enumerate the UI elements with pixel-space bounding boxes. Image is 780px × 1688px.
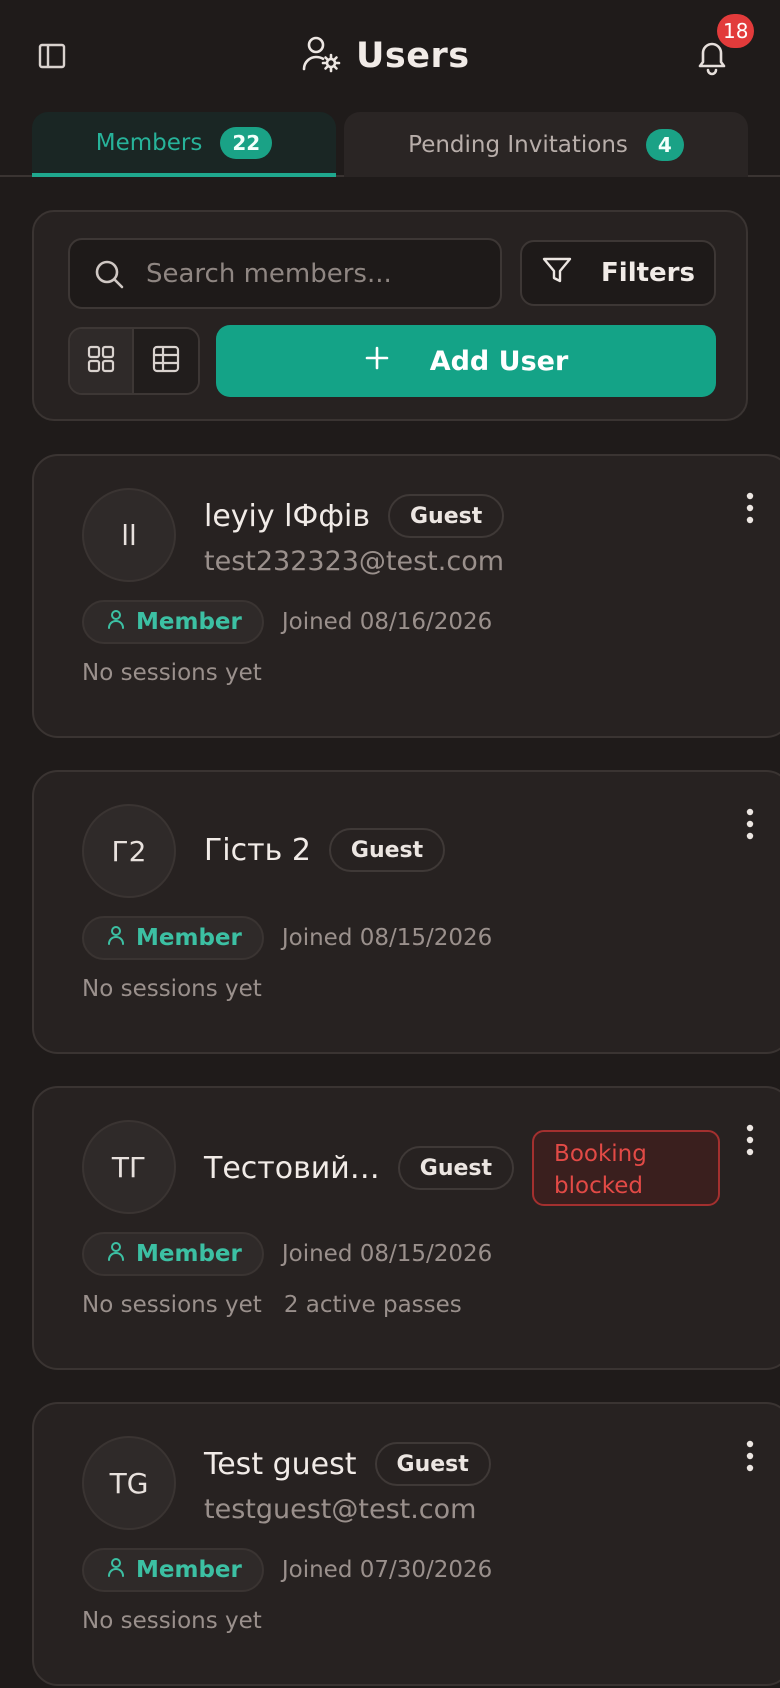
member-name-row: Гість 2 Guest [204, 828, 446, 872]
avatar: TG [82, 1436, 176, 1530]
tab-pending-count: 4 [645, 128, 684, 161]
page-title-group: Users [300, 32, 470, 80]
add-user-button[interactable]: Add User [216, 325, 716, 397]
view-toggle [68, 327, 200, 395]
table-view-button[interactable] [134, 329, 198, 393]
joined-date: Joined 08/15/2026 [281, 1241, 493, 1267]
role-badge: Member [82, 1232, 264, 1276]
member-name: Test guest [204, 1446, 357, 1482]
member-card[interactable]: Г2 Гість 2 Guest Member Joined 08/15/202… [32, 770, 780, 1054]
role-label: Member [136, 1241, 242, 1267]
member-name: Тестовий… [204, 1150, 380, 1186]
search-input[interactable] [146, 258, 486, 289]
member-name-row: Test guest Guest [204, 1442, 491, 1486]
guest-badge: Guest [397, 1146, 515, 1190]
more-options-icon[interactable] [740, 490, 760, 526]
member-name-row: Тестовий… Guest Booking blocked [204, 1130, 721, 1206]
tab-members-count: 22 [220, 126, 273, 159]
joined-date: Joined 08/15/2026 [281, 925, 493, 951]
role-label: Member [136, 609, 242, 635]
guest-badge: Guest [374, 1442, 491, 1486]
table-icon [151, 344, 181, 378]
member-sessions-row: No sessions yet [82, 1608, 262, 1634]
avatar: ТГ [82, 1120, 176, 1214]
guest-badge: Guest [328, 828, 446, 872]
member-sessions-row: No sessions yet [82, 660, 262, 686]
role-label: Member [136, 1557, 242, 1583]
avatar: Г2 [82, 804, 176, 898]
member-email: testguest@test.com [204, 1494, 477, 1525]
sessions-status: No sessions yet [82, 660, 262, 686]
app-header: Users 18 [0, 0, 780, 112]
member-name: leyiy lФфів [204, 498, 370, 534]
member-sessions-row: No sessions yet 2 active passes [82, 1292, 462, 1318]
filters-button[interactable]: Filters [520, 240, 716, 306]
tab-pending-invitations[interactable]: Pending Invitations 4 [344, 112, 748, 177]
user-icon [106, 609, 126, 635]
member-sessions-row: No sessions yet [82, 976, 262, 1002]
more-options-icon[interactable] [740, 1438, 760, 1474]
booking-blocked-badge: Booking blocked [532, 1130, 721, 1206]
search-icon [92, 257, 126, 291]
sidebar-toggle-icon[interactable] [36, 40, 68, 72]
member-card[interactable]: ТГ Тестовий… Guest Booking blocked Membe… [32, 1086, 780, 1370]
user-icon [106, 1241, 126, 1267]
joined-date: Joined 07/30/2026 [281, 1557, 493, 1583]
sessions-status: No sessions yet [82, 976, 262, 1002]
member-meta-row: Member Joined 08/15/2026 [82, 916, 492, 960]
page-title: Users [356, 36, 470, 76]
member-name: Гість 2 [204, 832, 311, 868]
sessions-status: No sessions yet [82, 1292, 262, 1318]
member-meta-row: Member Joined 08/16/2026 [82, 600, 492, 644]
joined-date: Joined 08/16/2026 [281, 609, 493, 635]
avatar: ll [82, 488, 176, 582]
plus-icon [364, 345, 390, 378]
filters-label: Filters [601, 258, 695, 288]
user-icon [106, 1557, 126, 1583]
tab-pending-label: Pending Invitations [408, 131, 628, 158]
tab-members[interactable]: Members 22 [32, 112, 336, 177]
tab-members-label: Members [95, 129, 203, 156]
active-passes: 2 active passes [283, 1292, 462, 1318]
member-meta-row: Member Joined 08/15/2026 [82, 1232, 492, 1276]
users-settings-icon [300, 33, 342, 79]
add-user-label: Add User [429, 345, 569, 377]
member-card[interactable]: TG Test guest Guest testguest@test.com M… [32, 1402, 780, 1686]
filter-icon [541, 254, 573, 293]
grid-view-button[interactable] [70, 329, 135, 393]
member-card[interactable]: ll leyiy lФфів Guest test232323@test.com… [32, 454, 780, 738]
role-badge: Member [82, 1548, 264, 1592]
guest-badge: Guest [388, 494, 505, 538]
role-label: Member [136, 925, 242, 951]
member-meta-row: Member Joined 07/30/2026 [82, 1548, 492, 1592]
more-options-icon[interactable] [740, 806, 760, 842]
more-options-icon[interactable] [740, 1122, 760, 1158]
role-badge: Member [82, 916, 264, 960]
member-email: test232323@test.com [204, 546, 505, 577]
user-icon [106, 925, 126, 951]
grid-icon [86, 344, 116, 378]
role-badge: Member [82, 600, 264, 644]
members-toolbar: Filters [32, 210, 748, 421]
search-box[interactable] [68, 238, 502, 309]
sessions-status: No sessions yet [82, 1608, 262, 1634]
member-name-row: leyiy lФфів Guest [204, 494, 505, 538]
notification-count-badge: 18 [717, 14, 755, 48]
